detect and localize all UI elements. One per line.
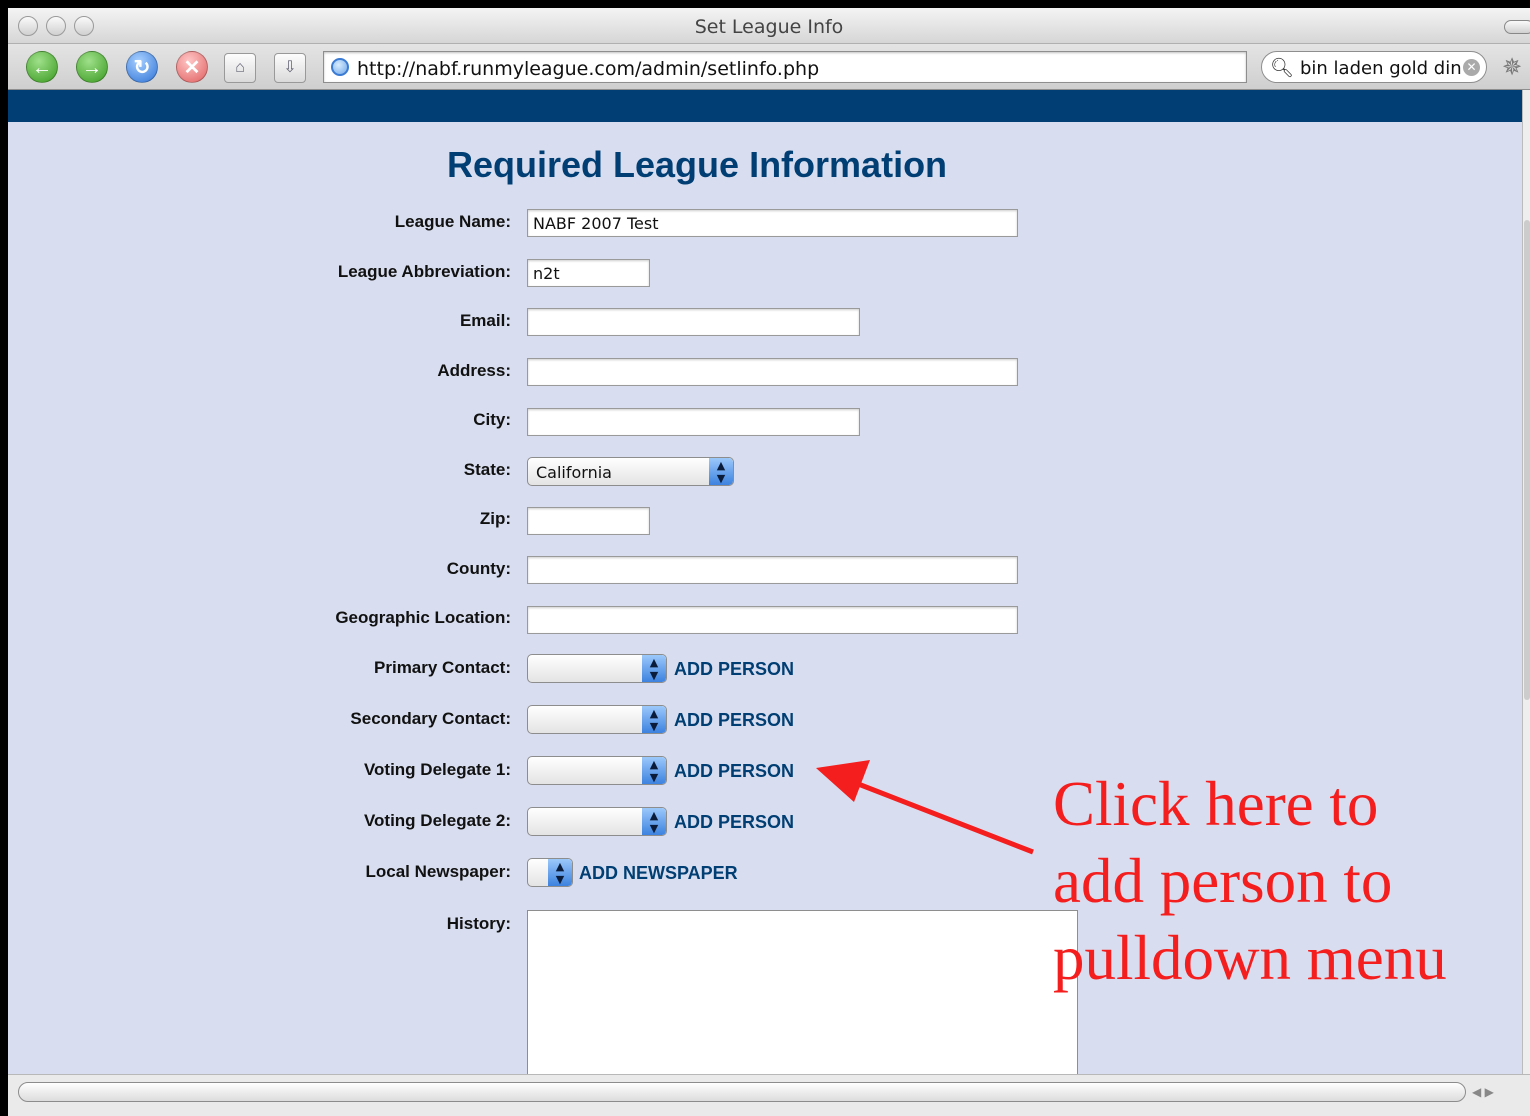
annotation-line-1: Click here to — [1053, 769, 1379, 839]
horizontal-scrollbar[interactable]: ◀ ▶ — [8, 1074, 1530, 1116]
vertical-scroll-thumb[interactable] — [1524, 220, 1530, 700]
window-title: Set League Info — [694, 16, 844, 38]
search-input[interactable]: 🔍︎ bin laden gold din ✕ — [1261, 51, 1487, 83]
county-input[interactable] — [527, 556, 1018, 584]
history-textarea[interactable] — [527, 910, 1078, 1074]
spinner-icon: ✵ — [1502, 54, 1523, 81]
chevron-updown-icon: ▲ ▼ — [548, 859, 572, 886]
add-person-link-primary[interactable]: ADD PERSON — [674, 659, 794, 680]
scroll-arrows-icon[interactable]: ◀ ▶ — [1472, 1085, 1494, 1099]
league-name-label: League Name: — [394, 212, 511, 231]
annotation-arrow — [816, 760, 1034, 855]
secondary-contact-select[interactable]: ▲ ▼ — [527, 705, 667, 734]
league-abbreviation-label: League Abbreviation: — [337, 262, 511, 281]
geographic-location-label: Geographic Location: — [335, 608, 511, 627]
vertical-scrollbar[interactable] — [1522, 90, 1530, 1074]
toolbar-toggle-button[interactable] — [1504, 20, 1530, 34]
zip-label: Zip: — [479, 509, 511, 528]
chevron-updown-icon: ▲ ▼ — [642, 808, 666, 835]
annotation-text: Click here to add person to pulldown men… — [1053, 766, 1447, 997]
annotation-line-3: pulldown menu — [1053, 923, 1447, 993]
address-label: Address: — [437, 361, 511, 380]
clear-icon[interactable]: ✕ — [1463, 59, 1480, 76]
email-label: Email: — [459, 311, 511, 330]
stop-button[interactable]: ✕ — [176, 51, 208, 83]
email-field[interactable] — [527, 308, 860, 336]
back-icon: ← — [32, 57, 52, 79]
browser-window: Set League Info ← → ↻ ✕ ⌂ ⇩ http://nabf.… — [8, 8, 1530, 1116]
state-selected-value: California — [536, 463, 612, 482]
annotation-line-2: add person to — [1053, 846, 1393, 916]
search-value[interactable]: bin laden gold din — [1300, 58, 1462, 79]
voting-delegate-1-label: Voting Delegate 1: — [363, 760, 511, 779]
download-icon: ⇩ — [283, 59, 297, 76]
secondary-contact-label: Secondary Contact: — [350, 709, 511, 728]
primary-contact-label: Primary Contact: — [374, 658, 511, 677]
add-person-link-secondary[interactable]: ADD PERSON — [674, 710, 794, 731]
add-person-link-delegate-2[interactable]: ADD PERSON — [674, 812, 794, 833]
local-newspaper-label: Local Newspaper: — [365, 862, 512, 881]
add-newspaper-link[interactable]: ADD NEWSPAPER — [579, 863, 738, 884]
voting-delegate-2-select[interactable]: ▲ ▼ — [527, 807, 667, 836]
city-input[interactable] — [527, 408, 860, 436]
voting-delegate-2-label: Voting Delegate 2: — [363, 811, 511, 830]
globe-icon — [331, 58, 349, 76]
state-label: State: — [463, 460, 511, 479]
zip-input[interactable] — [527, 507, 650, 535]
page-content: Required League Information League Name:… — [8, 90, 1522, 1074]
chevron-updown-icon: ▲ ▼ — [642, 706, 666, 733]
city-label: City: — [473, 410, 511, 429]
history-label: History: — [446, 914, 511, 933]
reload-icon: ↻ — [133, 57, 151, 79]
reload-button[interactable]: ↻ — [126, 51, 158, 83]
home-button[interactable]: ⌂ — [224, 53, 256, 83]
downloads-button[interactable]: ⇩ — [274, 53, 306, 83]
stop-icon: ✕ — [183, 57, 201, 79]
state-select[interactable]: California ▲ ▼ — [527, 457, 734, 486]
local-newspaper-select[interactable]: ▲ ▼ — [527, 858, 573, 887]
search-icon[interactable]: 🔍︎ — [1270, 56, 1294, 80]
league-name-input[interactable]: NABF 2007 Test — [527, 209, 1018, 237]
county-label: County: — [446, 559, 511, 578]
header-band — [8, 90, 1522, 122]
address-input[interactable] — [527, 358, 1018, 386]
horizontal-scroll-thumb[interactable] — [18, 1082, 1466, 1102]
chevron-updown-icon: ▲ ▼ — [642, 757, 666, 784]
geographic-location-input[interactable] — [527, 606, 1018, 634]
page-title: Required League Information — [447, 144, 948, 185]
league-abbreviation-input[interactable]: n2t — [527, 259, 650, 287]
primary-contact-select[interactable]: ▲ ▼ — [527, 654, 667, 683]
forward-button[interactable]: → — [76, 51, 108, 83]
voting-delegate-1-select[interactable]: ▲ ▼ — [527, 756, 667, 785]
url-text[interactable]: http://nabf.runmyleague.com/admin/setlin… — [357, 58, 819, 80]
chevron-updown-icon: ▲ ▼ — [642, 655, 666, 682]
title-bar: Set League Info — [8, 8, 1530, 44]
chevron-updown-icon: ▲ ▼ — [709, 458, 733, 485]
forward-icon: → — [82, 57, 102, 79]
address-bar[interactable]: http://nabf.runmyleague.com/admin/setlin… — [323, 51, 1247, 83]
back-button[interactable]: ← — [26, 51, 58, 83]
home-icon: ⌂ — [235, 59, 245, 76]
add-person-link-delegate-1[interactable]: ADD PERSON — [674, 761, 794, 782]
browser-toolbar: ← → ↻ ✕ ⌂ ⇩ http://nabf.runmyleague.com/… — [8, 44, 1530, 90]
